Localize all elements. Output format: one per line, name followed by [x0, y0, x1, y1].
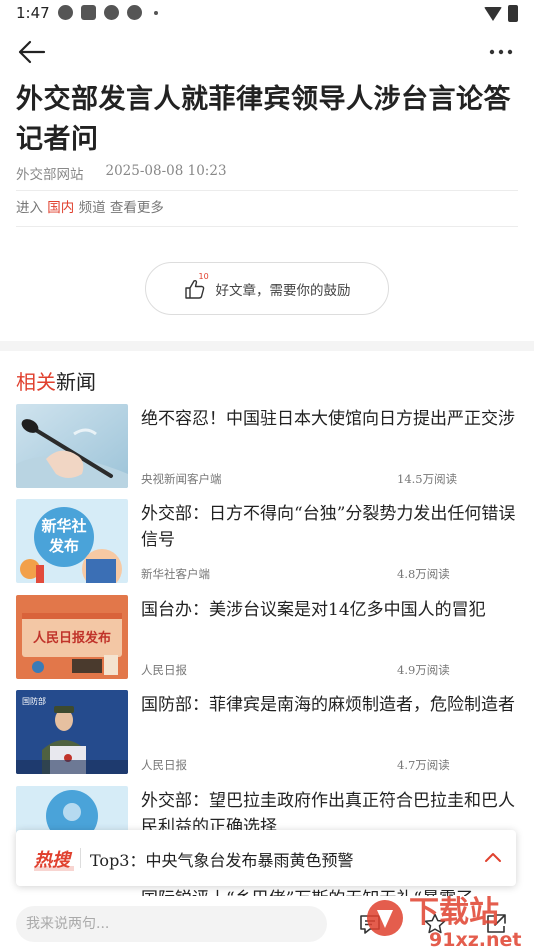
- wifi-icon: [484, 6, 502, 21]
- news-title: 外交部：日方不得向“台独”分裂势力发出任何错误信号: [141, 504, 516, 550]
- hot-search-text: Top3：中央气象台发布暴雨黄色预警: [90, 851, 354, 870]
- thumbs-up-icon: [184, 279, 204, 299]
- hot-search-label: 热搜: [34, 846, 74, 872]
- news-source: 人民日报: [141, 758, 187, 772]
- news-read-count: 4.7万阅读: [397, 758, 450, 772]
- related-news-item[interactable]: 新华社 发布 外交部：日方不得向“台独”分裂势力发出任何错误信号 新华社客户端 …: [16, 499, 518, 585]
- thumbs-up-icon-wrap: 10: [184, 272, 209, 300]
- related-heading-rest: 新闻: [56, 370, 96, 394]
- divider-2: [16, 226, 518, 227]
- more-notifications-dot-icon: [154, 10, 158, 15]
- site-watermark-logo: 下载站 91xz.net: [367, 895, 521, 950]
- notification-app-icon: [58, 5, 73, 20]
- notification-app-icon-2: [104, 5, 119, 20]
- news-read-count: 4.8万阅读: [397, 567, 450, 581]
- news-source: 央视新闻客户端: [141, 472, 222, 486]
- like-button-label: 好文章，需要你的鼓励: [215, 282, 351, 299]
- news-source: 新华社客户端: [141, 567, 210, 581]
- thumb-text-xinhua-1: 新华社: [41, 517, 86, 535]
- news-thumbnail-defense-ministry: 国防部: [16, 690, 128, 774]
- battery-icon: [508, 5, 518, 22]
- watermark-url: 91xz.net: [429, 929, 521, 950]
- comment-input[interactable]: [16, 906, 327, 942]
- divider: [16, 190, 518, 191]
- related-heading-accent: 相关: [16, 370, 56, 394]
- hot-search-banner[interactable]: 热搜 Top3：中央气象台发布暴雨黄色预警: [16, 830, 516, 886]
- news-title: 国台办：美涉台议案是对14亿多中国人的冒犯: [141, 600, 486, 620]
- watermark-text: 下载站: [409, 895, 499, 930]
- news-thumbnail-peoples-daily: 人民日报发布: [16, 595, 128, 679]
- more-options-icon[interactable]: [488, 40, 514, 64]
- related-news-item[interactable]: 国防部 国防部：菲律宾是南海的麻烦制造者，危险制造者 人民日报 4.7万阅读: [16, 690, 518, 776]
- news-title: 绝不容忍！中国驻日本大使馆向日方提出严正交涉: [141, 409, 515, 429]
- back-arrow-icon[interactable]: [16, 38, 48, 66]
- like-count: 10: [198, 271, 209, 281]
- like-article-button[interactable]: 10 好文章，需要你的鼓励: [145, 262, 389, 315]
- section-separator: [0, 341, 534, 351]
- related-news-heading: 相关新闻: [16, 366, 96, 395]
- top-navigation-bar: [0, 28, 534, 76]
- article-title: 外交部发言人就菲律宾领导人涉台言论答记者问: [16, 84, 511, 155]
- news-thumbnail-xinhua: 新华社 发布: [16, 499, 128, 583]
- news-read-count: 4.9万阅读: [397, 663, 450, 677]
- notification-square-icon: [81, 5, 96, 20]
- thumb-text-defense: 国防部: [22, 696, 46, 706]
- news-title: 国防部：菲律宾是南海的麻烦制造者，危险制造者: [141, 695, 515, 715]
- news-thumbnail-microphone: [16, 404, 128, 488]
- status-time: 1:47: [16, 4, 50, 22]
- channel-link[interactable]: 国内: [47, 200, 74, 216]
- news-source: 人民日报: [141, 663, 187, 677]
- channel-suffix-link[interactable]: 频道 查看更多: [79, 200, 164, 216]
- thumb-text-peoples-daily: 人民日报发布: [33, 630, 111, 646]
- article-datetime: 2025-08-08 10:23: [105, 163, 227, 179]
- hot-search-divider: [80, 848, 81, 868]
- related-news-item[interactable]: 人民日报发布 国台办：美涉台议案是对14亿多中国人的冒犯 人民日报 4.9万阅读: [16, 595, 518, 681]
- chevron-up-icon[interactable]: [484, 850, 502, 864]
- channel-prefix: 进入: [16, 200, 43, 216]
- notification-icons: [58, 5, 158, 20]
- status-bar: 1:47: [0, 0, 534, 28]
- related-news-item[interactable]: 绝不容忍！中国驻日本大使馆向日方提出严正交涉 央视新闻客户端 14.5万阅读: [16, 404, 518, 490]
- channel-link-line: 进入 国内 频道 查看更多: [16, 196, 164, 216]
- system-icons: [484, 5, 518, 22]
- news-read-count: 14.5万阅读: [397, 472, 458, 486]
- article-meta: 外交部网站 2025-08-08 10:23: [16, 163, 227, 183]
- notification-app-icon-3: [127, 5, 142, 20]
- article-source: 外交部网站: [16, 167, 84, 183]
- thumb-text-xinhua-2: 发布: [48, 537, 79, 555]
